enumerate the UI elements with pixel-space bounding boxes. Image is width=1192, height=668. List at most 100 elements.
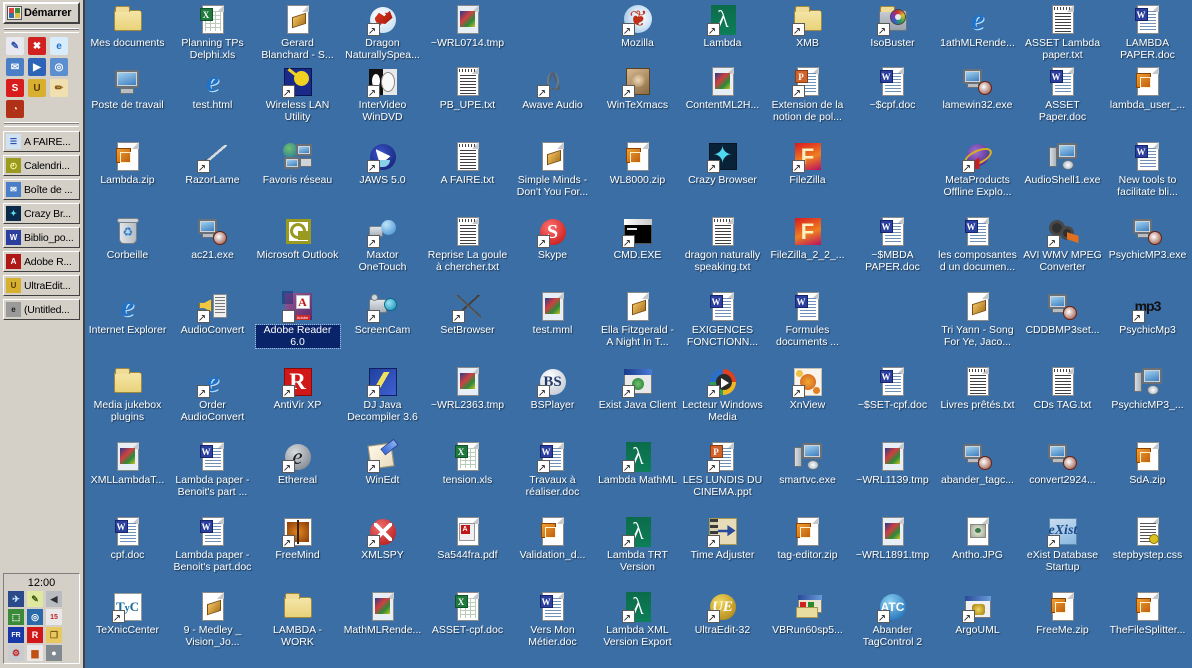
desktop-icon-argouml[interactable]: ArgoUML — [935, 589, 1020, 664]
desktop-icon-audioshell1-exe[interactable]: AudioShell1.exe — [1020, 139, 1105, 214]
desktop-icon-lambda[interactable]: λLambda — [680, 2, 765, 64]
volume-icon[interactable]: ◀ — [46, 591, 62, 607]
desktop-icon-antho-jpg[interactable]: Antho.JPG — [935, 514, 1020, 589]
desktop-icon-freemind[interactable]: FreeMind — [255, 514, 340, 589]
desktop-icon-cpf-doc[interactable]: W ~$cpf.doc — [850, 64, 935, 139]
desktop-icon-internet-explorer[interactable]: e Internet Explorer — [85, 289, 170, 364]
desktop-icon-awave-audio[interactable]: ΔAwave Audio — [510, 64, 595, 139]
skype-icon[interactable]: S — [6, 79, 24, 97]
desktop-icon-set-cpf-doc[interactable]: W ~$SET-cpf.doc — [850, 364, 935, 439]
desktop-icon-gerard-blanchard-s[interactable]: Gerard Blanchard - S... — [255, 2, 340, 64]
taskbar-grip[interactable] — [4, 28, 79, 33]
desktop-icon-lecteur-windows-media[interactable]: Lecteur Windows Media — [680, 364, 765, 439]
internet-explorer-icon[interactable]: e — [50, 37, 68, 55]
desktop-icon-les-lundis-du-cinema-ppt[interactable]: PLES LUNDIS DU CINEMA.ppt — [680, 439, 765, 514]
desktop-icon-lambda-paper-benoit-s-part-doc[interactable]: W Lambda paper - Benoit's part.doc — [170, 514, 255, 589]
jaws-icon[interactable]: ✈ — [8, 591, 24, 607]
ultraedit-icon[interactable]: U — [28, 79, 46, 97]
desktop-icon-time-adjuster[interactable]: Time Adjuster — [680, 514, 765, 589]
taskbar-window-button[interactable]: ◴ Calendri... — [3, 155, 80, 176]
desktop-icon-psychicmp3[interactable]: mp3PsychicMp3 — [1105, 289, 1190, 364]
taskbar-window-button[interactable]: A Adobe R... — [3, 251, 80, 272]
desktop-icon-antivir-xp[interactable]: RAntiVir XP — [255, 364, 340, 439]
desktop-icon-abander-tagc[interactable]: abander_tagc... — [935, 439, 1020, 514]
desktop-icon-planning-tps-delphi-xls[interactable]: X Planning TPs Delphi.xls — [170, 2, 255, 64]
desktop-icon-validation-d[interactable]: Validation_d... — [510, 514, 595, 589]
desktop-icon-contentml2h[interactable]: ContentML2H... — [680, 64, 765, 139]
folder-share-icon[interactable]: ❐ — [46, 627, 62, 643]
desktop-icon-tension-xls[interactable]: Xtension.xls — [425, 439, 510, 514]
desktop-icon-xmllambdat[interactable]: XMLLambdaT... — [85, 439, 170, 514]
desktop-icon-lambda-zip[interactable]: Lambda.zip — [85, 139, 170, 214]
desktop-icon-favoris-r-seau[interactable]: Favoris réseau — [255, 139, 340, 214]
desktop-icon-wintexmacs[interactable]: WinTeXmacs — [595, 64, 680, 139]
desktop-icon-livres-pr-t-s-txt[interactable]: Livres prêtés.txt — [935, 364, 1020, 439]
desktop-icon-test-html[interactable]: e test.html — [170, 64, 255, 139]
desktop-icon-psychicmp3[interactable]: PsychicMP3_... — [1105, 364, 1190, 439]
antivir-icon[interactable]: R — [27, 627, 43, 643]
signal-icon[interactable]: ▆ — [27, 645, 43, 661]
desktop-icon-wrl0714-tmp[interactable]: ~WRL0714.tmp — [425, 2, 510, 64]
desktop-icon-sda-zip[interactable]: SdA.zip — [1105, 439, 1190, 514]
desktop-icon-cddbmp3set[interactable]: CDDBMP3set... — [1020, 289, 1105, 364]
desktop-icon-new-tools-to-facilitate-bli[interactable]: W New tools to facilitate bli... — [1105, 139, 1190, 214]
desktop-icon-les-composantes-d-un-documen[interactable]: Wles composantes d un documen... — [935, 214, 1020, 289]
desktop-icon-dragon-naturally-speaking-txt[interactable]: dragon naturally speaking.txt — [680, 214, 765, 289]
desktop-icon-extension-de-la-notion-de-pol[interactable]: PExtension de la notion de pol... — [765, 64, 850, 139]
desktop-icon-winedt[interactable]: WWinEdt — [340, 438, 425, 514]
desktop-icon-razorlame[interactable]: RazorLame — [170, 139, 255, 214]
desktop-icon-texniccenter[interactable]: TyCTeXnicCenter — [85, 589, 170, 664]
desktop-icon-ac21-exe[interactable]: ac21.exe — [170, 214, 255, 289]
network-icon[interactable]: ⬚ — [8, 609, 24, 625]
desktop-icon-lambda-paper-benoit-s-part[interactable]: W Lambda paper - Benoit's part ... — [170, 439, 255, 514]
desktop-icon-ultraedit-32[interactable]: UEUltraEdit-32 — [680, 589, 765, 664]
desktop-icon-asset-lambda-paper-txt[interactable]: ASSET Lambda paper.txt — [1020, 2, 1105, 64]
desktop-icon-asset-cpf-doc[interactable]: X ASSET-cpf.doc — [425, 589, 510, 664]
desktop-icon-sa544fra-pdf[interactable]: A Sa544fra.pdf — [425, 514, 510, 589]
desktop-icon-pb-upe-txt[interactable]: PB_UPE.txt — [425, 64, 510, 139]
desktop-icon-media-jukebox-plugins[interactable]: Media jukebox plugins — [85, 364, 170, 439]
desktop-icon-lambda-xml-version-export[interactable]: λLambda XML Version Export — [595, 589, 680, 664]
desktop-icon-asset-paper-doc[interactable]: W ASSET Paper.doc — [1020, 64, 1105, 139]
taskbar-grip-2[interactable] — [4, 122, 79, 127]
desktop-icon-lamewin32-exe[interactable]: lamewin32.exe — [935, 64, 1020, 139]
desktop-icon-filezilla[interactable]: FFileZilla — [765, 139, 850, 214]
winedt-icon[interactable]: ✏ — [50, 79, 68, 97]
desktop-icon-wl8000-zip[interactable]: WL8000.zip — [595, 139, 680, 214]
desktop-icon-wrl1139-tmp[interactable]: ~WRL1139.tmp — [850, 439, 935, 514]
desktop-icon-exist-database-startup[interactable]: eXisteXist Database Startup — [1020, 514, 1105, 589]
desktop-icon-cpf-doc[interactable]: Wcpf.doc — [85, 514, 170, 589]
desktop-icon-ella-fitzgerald-a-night-in-t[interactable]: Ella Fitzgerald - A Night In T... — [595, 289, 680, 364]
desktop-icon-vbrun60sp5[interactable]: VBRun60sp5... — [765, 589, 850, 664]
desktop-icon-mathmlrende[interactable]: MathMLRende... — [340, 589, 425, 664]
desktop-icon-lambda-paper-doc[interactable]: W LAMBDA PAPER.doc — [1105, 2, 1190, 64]
desktop-icon-thefilesplitter[interactable]: TheFileSplitter... — [1105, 589, 1190, 664]
desktop-icon-screencam[interactable]: ScreenCam — [340, 289, 425, 364]
desktop-icon-mozilla[interactable]: ❦Mozilla — [595, 2, 680, 64]
desktop-icon-simple-minds-don-t-you-for[interactable]: Simple Minds - Don't You For... — [510, 139, 595, 214]
desktop-icon-mes-documents[interactable]: Mes documents — [85, 2, 170, 64]
notes-tray-icon[interactable]: ✎ — [27, 591, 43, 607]
desktop-icon-poste-de-travail[interactable]: Poste de travail — [85, 64, 170, 139]
desktop-icon-travaux-r-aliser-doc[interactable]: WTravaux à réaliser.doc — [510, 439, 595, 514]
desktop-icon-corbeille[interactable]: ♻ Corbeille — [85, 214, 170, 289]
desktop-icon-isobuster[interactable]: IsoBuster — [850, 2, 935, 64]
desktop-icon-crazy-browser[interactable]: ✦Crazy Browser — [680, 139, 765, 214]
desktop-icon-a-faire-txt[interactable]: A FAIRE.txt — [425, 139, 510, 214]
desktop-icon-maxtor-onetouch[interactable]: Maxtor OneTouch — [340, 214, 425, 289]
taskbar-window-button[interactable]: ✦ Crazy Br... — [3, 203, 80, 224]
desktop-icon-dj-java-decompiler-3-6[interactable]: DJ Java Decompiler 3.6 — [340, 364, 425, 439]
mozilla-icon[interactable]: ◔ — [6, 100, 24, 118]
calendar-tray-icon[interactable]: 15 — [46, 609, 62, 625]
desktop-icon-dragon-naturallyspea[interactable]: ➶Dragon NaturallySpea... — [340, 2, 425, 64]
desktop-icon-xmb[interactable]: XMB — [765, 2, 850, 64]
desktop-icon-lambda-mathml[interactable]: λLambda MathML — [595, 439, 680, 514]
desktop-icon-audioconvert[interactable]: AudioConvert — [170, 289, 255, 364]
desktop-icon-jaws-5-0[interactable]: JAWS 5.0 — [340, 139, 425, 214]
language-fr-icon[interactable]: FR — [8, 627, 24, 643]
desktop-icon-metaproducts-offline-explo[interactable]: MetaProducts Offline Explo... — [935, 139, 1020, 214]
desktop-icon-tag-editor-zip[interactable]: tag-editor.zip — [765, 514, 850, 589]
desktop-icon-exigences-fonctionn[interactable]: W EXIGENCES FONCTIONN... — [680, 289, 765, 364]
taskbar-window-button[interactable]: ✉ Boîte de ... — [3, 179, 80, 200]
desktop-icon-bsplayer[interactable]: BSBSPlayer — [510, 364, 595, 439]
